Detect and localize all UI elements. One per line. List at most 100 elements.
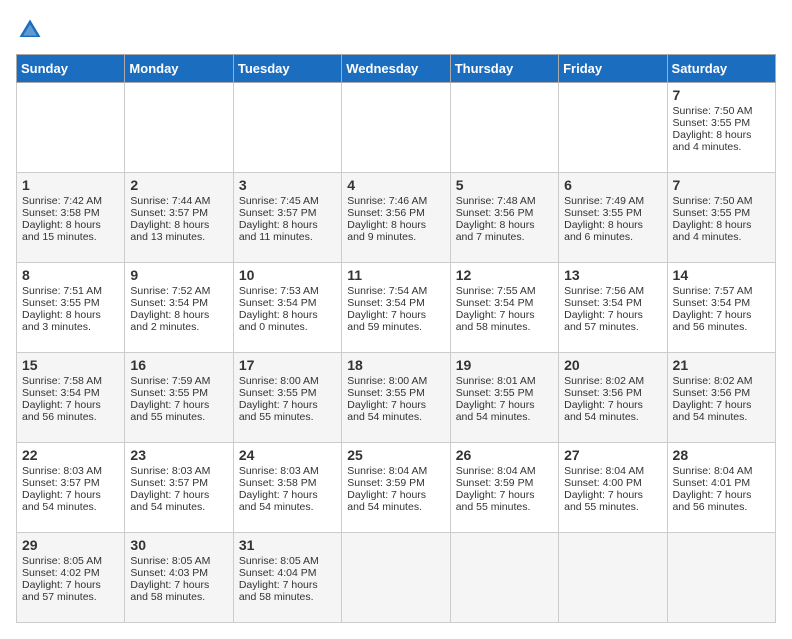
day-number: 7 <box>673 87 770 103</box>
day-number: 17 <box>239 357 336 373</box>
calendar-cell: 1Sunrise: 7:42 AMSunset: 3:58 PMDaylight… <box>17 173 125 263</box>
daylight: Daylight: 7 hours and 56 minutes. <box>673 309 752 333</box>
day-number: 4 <box>347 177 444 193</box>
calendar-cell <box>667 533 775 623</box>
day-number: 8 <box>22 267 119 283</box>
sunrise: Sunrise: 8:04 AM <box>456 465 536 477</box>
calendar-cell: 3Sunrise: 7:45 AMSunset: 3:57 PMDaylight… <box>233 173 341 263</box>
logo <box>16 16 50 44</box>
calendar-cell: 26Sunrise: 8:04 AMSunset: 3:59 PMDayligh… <box>450 443 558 533</box>
sunset: Sunset: 3:56 PM <box>456 207 534 219</box>
day-number: 14 <box>673 267 770 283</box>
day-number: 29 <box>22 537 119 553</box>
sunrise: Sunrise: 7:59 AM <box>130 375 210 387</box>
sunrise: Sunrise: 7:50 AM <box>673 195 753 207</box>
daylight: Daylight: 8 hours and 7 minutes. <box>456 219 535 243</box>
calendar-cell <box>342 83 450 173</box>
sunset: Sunset: 4:02 PM <box>22 567 100 579</box>
calendar-cell <box>450 83 558 173</box>
day-number: 23 <box>130 447 227 463</box>
daylight: Daylight: 8 hours and 9 minutes. <box>347 219 426 243</box>
calendar-cell: 7Sunrise: 7:50 AMSunset: 3:55 PMDaylight… <box>667 83 775 173</box>
day-number: 9 <box>130 267 227 283</box>
sunrise: Sunrise: 7:45 AM <box>239 195 319 207</box>
day-number: 3 <box>239 177 336 193</box>
calendar-cell: 28Sunrise: 8:04 AMSunset: 4:01 PMDayligh… <box>667 443 775 533</box>
day-number: 11 <box>347 267 444 283</box>
sunset: Sunset: 3:55 PM <box>673 207 751 219</box>
day-number: 1 <box>22 177 119 193</box>
sunrise: Sunrise: 8:05 AM <box>239 555 319 567</box>
calendar-cell: 17Sunrise: 8:00 AMSunset: 3:55 PMDayligh… <box>233 353 341 443</box>
sunset: Sunset: 3:54 PM <box>347 297 425 309</box>
calendar-cell <box>17 83 125 173</box>
week-row-2: 1Sunrise: 7:42 AMSunset: 3:58 PMDaylight… <box>17 173 776 263</box>
calendar-cell: 10Sunrise: 7:53 AMSunset: 3:54 PMDayligh… <box>233 263 341 353</box>
calendar-cell <box>559 533 667 623</box>
day-number: 28 <box>673 447 770 463</box>
daylight: Daylight: 8 hours and 4 minutes. <box>673 219 752 243</box>
header-day-saturday: Saturday <box>667 55 775 83</box>
sunrise: Sunrise: 7:53 AM <box>239 285 319 297</box>
sunrise: Sunrise: 7:57 AM <box>673 285 753 297</box>
header-day-wednesday: Wednesday <box>342 55 450 83</box>
daylight: Daylight: 8 hours and 15 minutes. <box>22 219 101 243</box>
calendar-cell: 30Sunrise: 8:05 AMSunset: 4:03 PMDayligh… <box>125 533 233 623</box>
week-row-5: 22Sunrise: 8:03 AMSunset: 3:57 PMDayligh… <box>17 443 776 533</box>
calendar-cell: 12Sunrise: 7:55 AMSunset: 3:54 PMDayligh… <box>450 263 558 353</box>
sunset: Sunset: 3:57 PM <box>130 477 208 489</box>
sunset: Sunset: 3:55 PM <box>347 387 425 399</box>
sunset: Sunset: 3:55 PM <box>22 297 100 309</box>
daylight: Daylight: 8 hours and 4 minutes. <box>673 129 752 153</box>
sunrise: Sunrise: 8:03 AM <box>130 465 210 477</box>
daylight: Daylight: 7 hours and 59 minutes. <box>347 309 426 333</box>
daylight: Daylight: 8 hours and 13 minutes. <box>130 219 209 243</box>
sunrise: Sunrise: 7:56 AM <box>564 285 644 297</box>
sunset: Sunset: 3:57 PM <box>22 477 100 489</box>
sunrise: Sunrise: 7:55 AM <box>456 285 536 297</box>
day-number: 10 <box>239 267 336 283</box>
daylight: Daylight: 7 hours and 55 minutes. <box>456 489 535 513</box>
day-number: 30 <box>130 537 227 553</box>
daylight: Daylight: 7 hours and 58 minutes. <box>239 579 318 603</box>
calendar-cell <box>233 83 341 173</box>
sunset: Sunset: 3:56 PM <box>347 207 425 219</box>
sunset: Sunset: 4:03 PM <box>130 567 208 579</box>
sunrise: Sunrise: 7:46 AM <box>347 195 427 207</box>
calendar-cell <box>450 533 558 623</box>
daylight: Daylight: 7 hours and 56 minutes. <box>673 489 752 513</box>
sunset: Sunset: 3:55 PM <box>130 387 208 399</box>
page-header <box>16 16 776 44</box>
daylight: Daylight: 7 hours and 54 minutes. <box>673 399 752 423</box>
calendar-cell: 20Sunrise: 8:02 AMSunset: 3:56 PMDayligh… <box>559 353 667 443</box>
daylight: Daylight: 7 hours and 55 minutes. <box>564 489 643 513</box>
sunset: Sunset: 3:58 PM <box>22 207 100 219</box>
calendar-cell: 6Sunrise: 7:49 AMSunset: 3:55 PMDaylight… <box>559 173 667 263</box>
calendar-cell <box>342 533 450 623</box>
day-number: 18 <box>347 357 444 373</box>
day-number: 5 <box>456 177 553 193</box>
sunrise: Sunrise: 7:49 AM <box>564 195 644 207</box>
sunrise: Sunrise: 7:58 AM <box>22 375 102 387</box>
day-number: 6 <box>564 177 661 193</box>
sunrise: Sunrise: 7:48 AM <box>456 195 536 207</box>
daylight: Daylight: 7 hours and 57 minutes. <box>22 579 101 603</box>
daylight: Daylight: 7 hours and 55 minutes. <box>239 399 318 423</box>
daylight: Daylight: 7 hours and 54 minutes. <box>347 489 426 513</box>
calendar-cell: 29Sunrise: 8:05 AMSunset: 4:02 PMDayligh… <box>17 533 125 623</box>
sunset: Sunset: 3:56 PM <box>564 387 642 399</box>
daylight: Daylight: 7 hours and 54 minutes. <box>456 399 535 423</box>
calendar-cell: 24Sunrise: 8:03 AMSunset: 3:58 PMDayligh… <box>233 443 341 533</box>
week-row-1: 7Sunrise: 7:50 AMSunset: 3:55 PMDaylight… <box>17 83 776 173</box>
sunset: Sunset: 3:57 PM <box>239 207 317 219</box>
day-number: 27 <box>564 447 661 463</box>
calendar-cell: 7Sunrise: 7:50 AMSunset: 3:55 PMDaylight… <box>667 173 775 263</box>
sunrise: Sunrise: 8:04 AM <box>347 465 427 477</box>
week-row-4: 15Sunrise: 7:58 AMSunset: 3:54 PMDayligh… <box>17 353 776 443</box>
calendar-table: SundayMondayTuesdayWednesdayThursdayFrid… <box>16 54 776 623</box>
calendar-cell <box>125 83 233 173</box>
sunset: Sunset: 3:55 PM <box>239 387 317 399</box>
day-number: 15 <box>22 357 119 373</box>
daylight: Daylight: 8 hours and 6 minutes. <box>564 219 643 243</box>
day-number: 26 <box>456 447 553 463</box>
